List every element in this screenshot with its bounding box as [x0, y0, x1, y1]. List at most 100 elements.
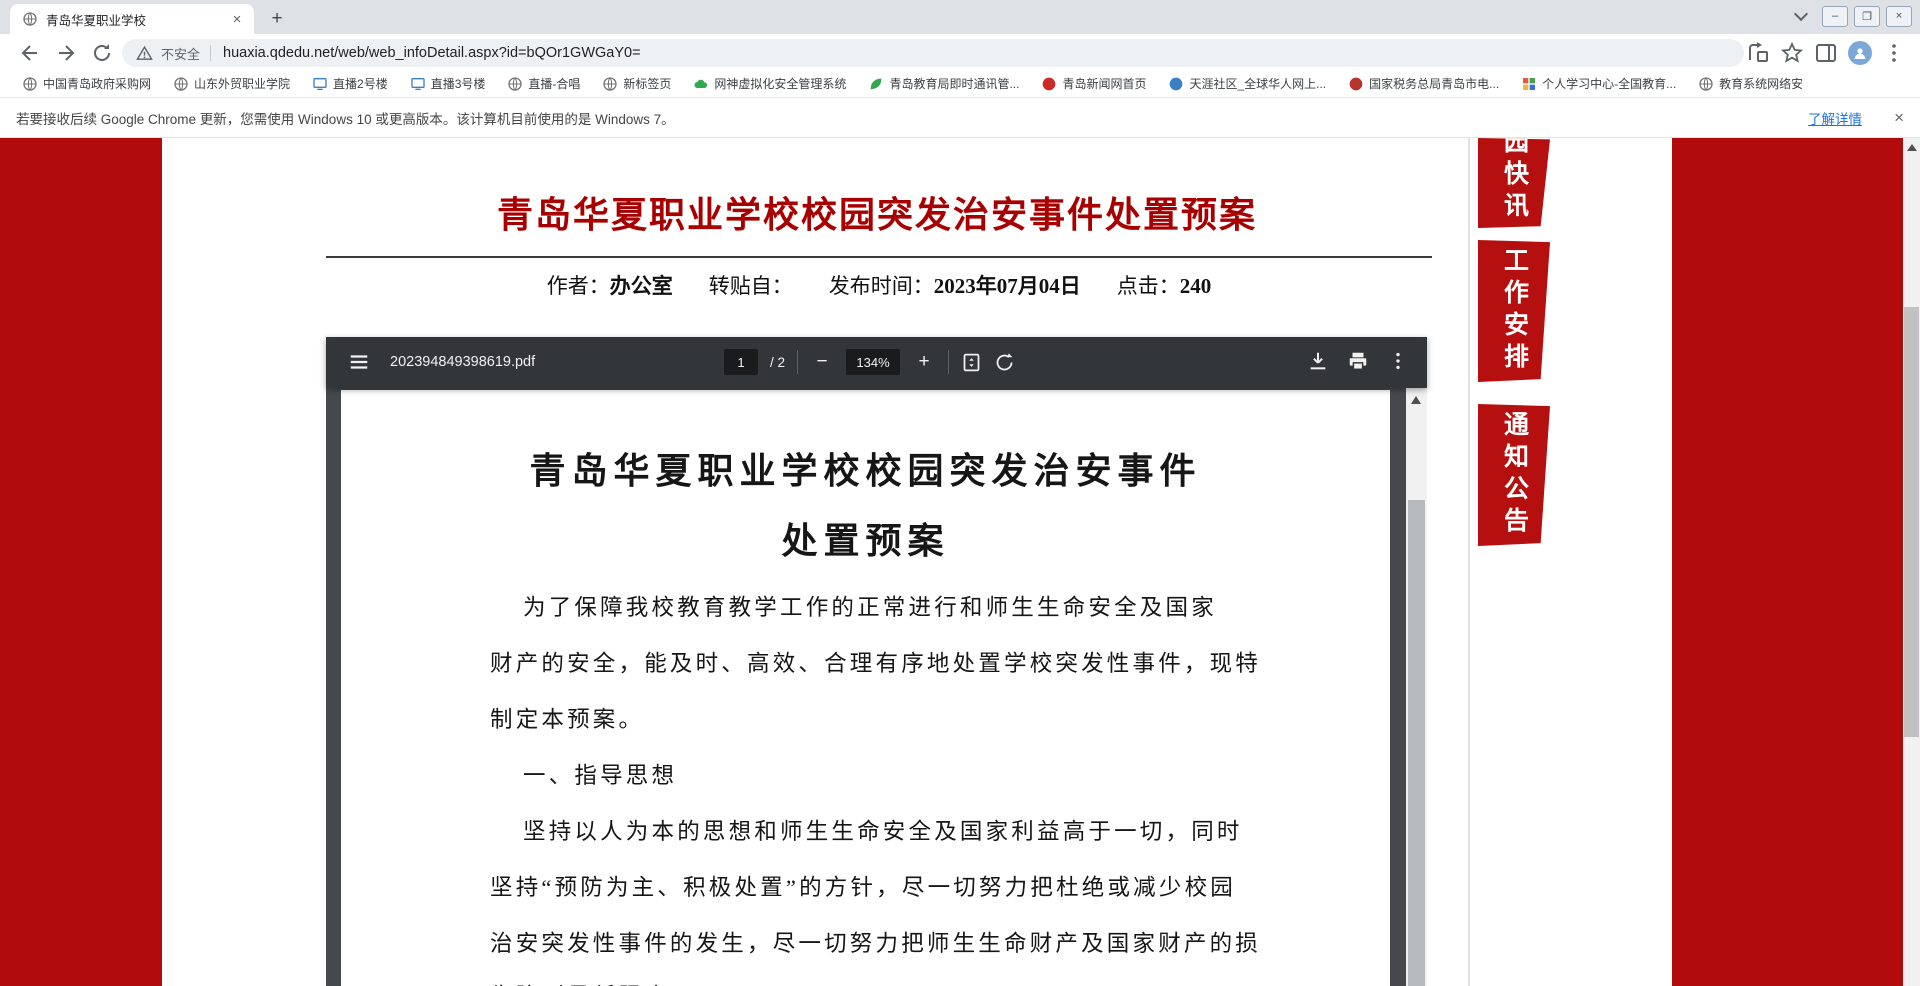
- globe-icon: [602, 76, 618, 92]
- bookmark-item[interactable]: 青岛新闻网首页: [1031, 72, 1158, 96]
- bookmark-item[interactable]: 新标签页: [592, 72, 683, 96]
- bookmark-label: 个人学习中心-全国教育...: [1542, 77, 1677, 91]
- download-icon[interactable]: [1307, 350, 1329, 372]
- blue-globe-icon: [1168, 76, 1184, 92]
- restore-button[interactable]: ❐: [1854, 5, 1880, 27]
- window-close-button[interactable]: ×: [1886, 5, 1912, 27]
- fit-to-page-icon[interactable]: [961, 352, 982, 373]
- notification-text: 若要接收后续 Google Chrome 更新，您需使用 Windows 10 …: [16, 111, 675, 127]
- bookmark-label: 网神虚拟化安全管理系统: [714, 77, 847, 91]
- bookmark-item[interactable]: 直播2号楼: [302, 72, 400, 96]
- meta-source: 转贴自：: [708, 274, 793, 298]
- learning-center-icon: [1521, 76, 1537, 92]
- reload-icon[interactable]: [90, 41, 114, 65]
- bookmark-item[interactable]: 直播3号楼: [400, 72, 498, 96]
- side-panel-icon[interactable]: [1814, 41, 1838, 65]
- pdf-filename: 202394849398619.pdf: [390, 354, 536, 370]
- bookmark-item[interactable]: 青岛教育局即时通讯管...: [858, 72, 1031, 96]
- address-bar[interactable]: 不安全 huaxia.qdedu.net/web/web_infoDetail.…: [122, 39, 1744, 67]
- back-icon[interactable]: [18, 41, 42, 65]
- learn-more-link[interactable]: 了解详情: [1808, 108, 1862, 128]
- pdf-zoom-level[interactable]: 134%: [846, 349, 901, 375]
- monitor-icon: [410, 76, 426, 92]
- profile-avatar[interactable]: [1848, 41, 1872, 65]
- document-text-line: 坚持“预防为主、积极处置”的方针，尽一切努力把杜绝或减少校园: [490, 875, 1236, 900]
- divider: [797, 350, 799, 374]
- pdf-menu-icon[interactable]: [348, 351, 370, 373]
- zoom-out-button[interactable]: −: [810, 350, 834, 374]
- bookmark-label: 国家税务总局青岛市电...: [1369, 77, 1500, 91]
- print-icon[interactable]: [1347, 350, 1369, 372]
- article-title: 青岛华夏职业学校校园突发治安事件处置预案: [496, 194, 1257, 235]
- new-tab-button[interactable]: +: [264, 7, 290, 31]
- bookmark-item[interactable]: 天涯社区_全球华人网上...: [1158, 72, 1338, 96]
- side-tab-label: 通知公告: [1500, 411, 1529, 539]
- tax-emblem-icon: [1348, 76, 1364, 92]
- pdf-toolbar: 202394849398619.pdf 1 / 2 − 134% +: [326, 337, 1427, 388]
- bookmark-label: 教育系统网络安全保障...: [1719, 77, 1802, 91]
- scroll-up-icon[interactable]: [1907, 144, 1917, 151]
- side-tab-work-schedule[interactable]: 工作安排: [1478, 240, 1550, 382]
- document-title-line1: 青岛华夏职业学校校园突发治安事件: [529, 451, 1202, 491]
- minimize-button[interactable]: –: [1822, 5, 1848, 27]
- page-scrollbar-thumb[interactable]: [1904, 307, 1919, 737]
- globe-icon: [1698, 76, 1714, 92]
- globe-icon: [507, 76, 523, 92]
- tab-strip: 青岛华夏职业学校 × + – ❐ ×: [0, 0, 1920, 34]
- document-text-line: 失降到最低限度。: [490, 979, 1280, 986]
- pdf-scrollbar-thumb[interactable]: [1408, 500, 1425, 986]
- news-site-icon: [1041, 76, 1057, 92]
- bookmarks-list: 中国青岛政府采购网 山东外贸职业学院 直播2号楼 直播3号楼 直播-合唱 新标签…: [12, 72, 1802, 96]
- notification-close-icon[interactable]: ×: [1894, 108, 1904, 128]
- bookmark-label: 直播-合唱: [528, 77, 581, 91]
- rotate-icon[interactable]: [994, 352, 1015, 373]
- bookmark-item[interactable]: 山东外贸职业学院: [163, 72, 302, 96]
- document-text-line: 财产的安全，能及时、高效、合理有序地处置学校突发性事件，现特: [490, 651, 1262, 676]
- bookmark-star-icon[interactable]: [1780, 41, 1804, 65]
- bookmark-item[interactable]: 网神虚拟化安全管理系统: [683, 72, 858, 96]
- window-controls: – ❐ ×: [1793, 5, 1912, 27]
- document-text-line: 一、指导思想: [523, 763, 678, 788]
- pdf-toolbar-right: [1307, 350, 1409, 372]
- forward-icon[interactable]: [54, 41, 78, 65]
- document-text-line: 坚持以人为本的思想和师生生命安全及国家利益高于一切，同时: [523, 819, 1243, 844]
- cloud-icon: [693, 76, 709, 92]
- document-title-line2: 处置预案: [781, 521, 950, 561]
- divider: [948, 350, 950, 374]
- page-scrollbar[interactable]: [1903, 138, 1920, 986]
- pdf-page-total: / 2: [770, 354, 786, 370]
- scroll-up-icon[interactable]: [1411, 396, 1421, 404]
- bookmark-label: 山东外贸职业学院: [194, 77, 291, 91]
- pdf-more-options-icon[interactable]: [1387, 350, 1409, 372]
- document-text-line: 治安突发性事件的发生，尽一切努力把师生生命财产及国家财产的损: [490, 931, 1262, 956]
- bookmark-label: 直播3号楼: [430, 77, 486, 91]
- pdf-scrollbar[interactable]: [1406, 388, 1427, 986]
- update-notification-bar: 若要接收后续 Google Chrome 更新，您需使用 Windows 10 …: [0, 98, 1920, 138]
- bookmarks-bar: 中国青岛政府采购网 山东外贸职业学院 直播2号楼 直播3号楼 直播-合唱 新标签…: [0, 70, 1920, 163]
- document-text-line: 制定本预案。: [490, 707, 645, 732]
- divider: [210, 45, 212, 61]
- bookmark-label: 中国青岛政府采购网: [43, 77, 152, 91]
- globe-icon: [22, 76, 38, 92]
- menu-dots-icon[interactable]: [1882, 41, 1906, 65]
- zoom-in-button[interactable]: +: [912, 350, 936, 374]
- chevron-down-icon[interactable]: [1793, 6, 1809, 22]
- divider: [1468, 138, 1470, 986]
- browser-tab[interactable]: 青岛华夏职业学校 ×: [10, 4, 254, 34]
- leaf-icon: [868, 76, 884, 92]
- meta-hits: 点击：240: [1116, 274, 1212, 298]
- pdf-viewer: 202394849398619.pdf 1 / 2 − 134% + 青岛华夏职…: [326, 337, 1427, 986]
- site-favicon-globe-icon: [22, 11, 38, 27]
- bookmark-item[interactable]: 国家税务总局青岛市电...: [1338, 72, 1511, 96]
- toolbar-right-icons: [1746, 41, 1906, 65]
- bookmark-item[interactable]: 教育系统网络安全保障...: [1688, 72, 1802, 96]
- bookmark-item[interactable]: 个人学习中心-全国教育...: [1511, 72, 1688, 96]
- monitor-icon: [312, 76, 328, 92]
- share-icon[interactable]: [1746, 41, 1770, 65]
- side-tab-notices[interactable]: 通知公告: [1478, 404, 1550, 546]
- bookmark-item[interactable]: 中国青岛政府采购网: [12, 72, 163, 96]
- pdf-page-input[interactable]: 1: [724, 349, 758, 375]
- page-content: 园快讯 工作安排 通知公告 青岛华夏职业学校校园突发治安事件处置预案 作者：办公…: [0, 138, 1920, 986]
- bookmark-item[interactable]: 直播-合唱: [497, 72, 592, 96]
- tab-close-icon[interactable]: ×: [228, 11, 246, 28]
